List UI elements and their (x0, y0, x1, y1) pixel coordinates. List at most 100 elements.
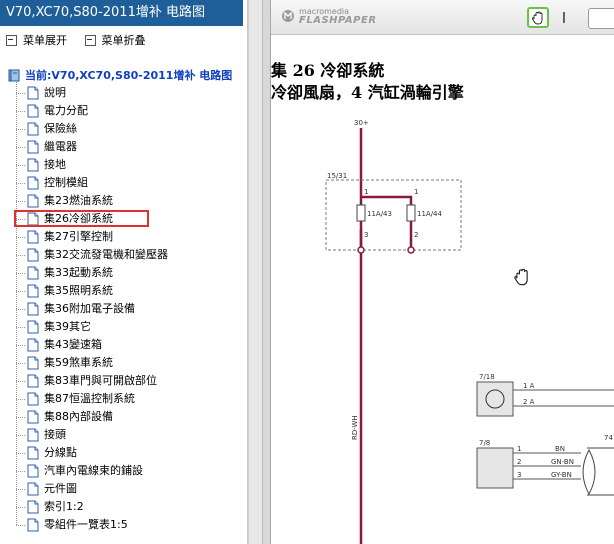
tree-item[interactable]: 元件圖 (16, 480, 77, 498)
tree-item[interactable]: 說明 (16, 84, 66, 102)
collapse-icon (84, 34, 96, 46)
tree-item[interactable]: 接地 (16, 156, 66, 174)
tree-connector (16, 236, 25, 238)
tree-connector (16, 110, 25, 112)
hand-tool-button[interactable] (527, 7, 549, 28)
tree-item[interactable]: 集59煞車系統 (16, 354, 113, 372)
tree-item[interactable]: 繼電器 (16, 138, 77, 156)
navigation-pane: V70,XC70,S80-2011增补 电路图 菜单展开 菜单折叠 当前:V70… (0, 0, 248, 544)
connector-dot (357, 246, 365, 254)
wire-color: GN-BN (551, 458, 574, 466)
document-icon (27, 176, 39, 190)
fuse1-label: 11A/43 (367, 210, 392, 218)
pin-label: 2 (414, 231, 418, 239)
tree-item[interactable]: 集26冷卻系統 (16, 210, 113, 228)
tree-item[interactable]: 集87恒溫控制系統 (16, 390, 135, 408)
pin-label: 1 (364, 188, 368, 196)
supply-label: 30+ (354, 119, 369, 127)
tree-item-label: 集26冷卻系統 (44, 212, 113, 225)
tree-connector (16, 182, 25, 184)
expand-menu-button[interactable]: 菜单展开 (6, 32, 67, 48)
text-select-button[interactable]: I (557, 9, 571, 27)
tree-item[interactable]: 保險絲 (16, 120, 77, 138)
tree-connector (16, 218, 25, 220)
tree-connector (16, 272, 25, 274)
document-icon (27, 266, 39, 280)
wiring-diagram: 30+ 15/31 11A/43 11A/44 1 1 3 2 RD-WH 7/… (325, 119, 614, 544)
document-icon (27, 248, 39, 262)
tree-item-label: 集33起動系統 (44, 266, 113, 279)
document-icon (27, 104, 39, 118)
document-icon (27, 320, 39, 334)
tree-item[interactable]: 集43變速箱 (16, 336, 102, 354)
tree-item[interactable]: 控制模組 (16, 174, 88, 192)
document-viewer: macromedia FLASHPAPER I 集 26 冷卻系統 冷卻風扇，4… (271, 0, 614, 544)
tree-item-label: 集27引擎控制 (44, 230, 113, 243)
tree-item[interactable]: 集36附加電子設備 (16, 300, 135, 318)
tree-item[interactable]: 接頭 (16, 426, 66, 444)
tree-connector (16, 128, 25, 130)
tree-item[interactable]: 汽車內電線束的鋪設 (16, 462, 143, 480)
viewer-toolbar: macromedia FLASHPAPER I (271, 0, 614, 35)
document-icon (27, 446, 39, 460)
hand-cursor-icon (514, 268, 528, 286)
tree-connector (16, 488, 25, 490)
document-icon (27, 428, 39, 442)
document-icon (27, 230, 39, 244)
pin-label: 1 A (523, 382, 535, 390)
wire-label: RD-WH (351, 415, 359, 440)
tree-item[interactable]: 集88內部設備 (16, 408, 113, 426)
page-number-field[interactable] (588, 8, 614, 29)
tree-item-label: 集39其它 (44, 320, 91, 333)
tree-item[interactable]: 集32交流發電機和變壓器 (16, 246, 168, 264)
document-icon (27, 374, 39, 388)
tree-item[interactable]: 零組件一覽表1:5 (16, 516, 128, 534)
tree-item[interactable]: 集27引擎控制 (16, 228, 113, 246)
pin-label: 3 (517, 471, 521, 479)
tree-connector (16, 452, 25, 454)
tree-connector (16, 254, 25, 256)
tree-connector (16, 308, 25, 310)
tree-connector (16, 524, 25, 526)
pane-splitter[interactable] (248, 0, 263, 544)
document-heading: 集 26 冷卻系統 (271, 61, 385, 80)
tree-item-label: 索引1:2 (44, 500, 84, 513)
i-beam-icon: I (561, 9, 567, 27)
tree-item[interactable]: 分線點 (16, 444, 77, 462)
tree-item[interactable]: 集23燃油系統 (16, 192, 113, 210)
component-label: 7/18 (479, 373, 495, 381)
document-icon (27, 284, 39, 298)
document-icon (27, 518, 39, 532)
tree-connector (16, 380, 25, 382)
document-icon (27, 464, 39, 478)
tree-item-label: 電力分配 (44, 104, 88, 117)
wire-color: BN (555, 445, 565, 453)
document-icon (27, 410, 39, 424)
book-icon (8, 69, 20, 81)
collapse-menu-button[interactable]: 菜单折叠 (84, 32, 146, 48)
pin-label: 1 (517, 445, 521, 453)
pressure-sensor (476, 447, 514, 489)
pin-label: 2 (517, 458, 521, 466)
pane-title: V70,XC70,S80-2011增补 电路图 (0, 0, 243, 26)
tree-item-label: 汽車內電線束的鋪設 (44, 464, 143, 477)
tree-connector (16, 344, 25, 346)
tree-connector (16, 398, 25, 400)
tree-item[interactable]: 集39其它 (16, 318, 91, 336)
tree-item[interactable]: 集33起動系統 (16, 264, 113, 282)
pin-label: 1 (414, 188, 418, 196)
tree-item[interactable]: 集83車門與可開啟部位 (16, 372, 157, 390)
tree-item-label: 控制模組 (44, 176, 88, 189)
viewer-gutter (263, 0, 271, 544)
tree-item-label: 保險絲 (44, 122, 77, 135)
tree-item[interactable]: 電力分配 (16, 102, 88, 120)
document-icon (27, 482, 39, 496)
fuse-box-label: 15/31 (327, 172, 347, 180)
tree-item[interactable]: 索引1:2 (16, 498, 84, 516)
pin-label: 3 (364, 231, 368, 239)
tree-root[interactable]: 当前:V70,XC70,S80-2011增补 电路图 (8, 66, 232, 84)
document-icon (27, 158, 39, 172)
tree-item[interactable]: 集35照明系統 (16, 282, 113, 300)
fuse2-label: 11A/44 (417, 210, 443, 218)
viewer-brand: macromedia FLASHPAPER (299, 7, 377, 26)
